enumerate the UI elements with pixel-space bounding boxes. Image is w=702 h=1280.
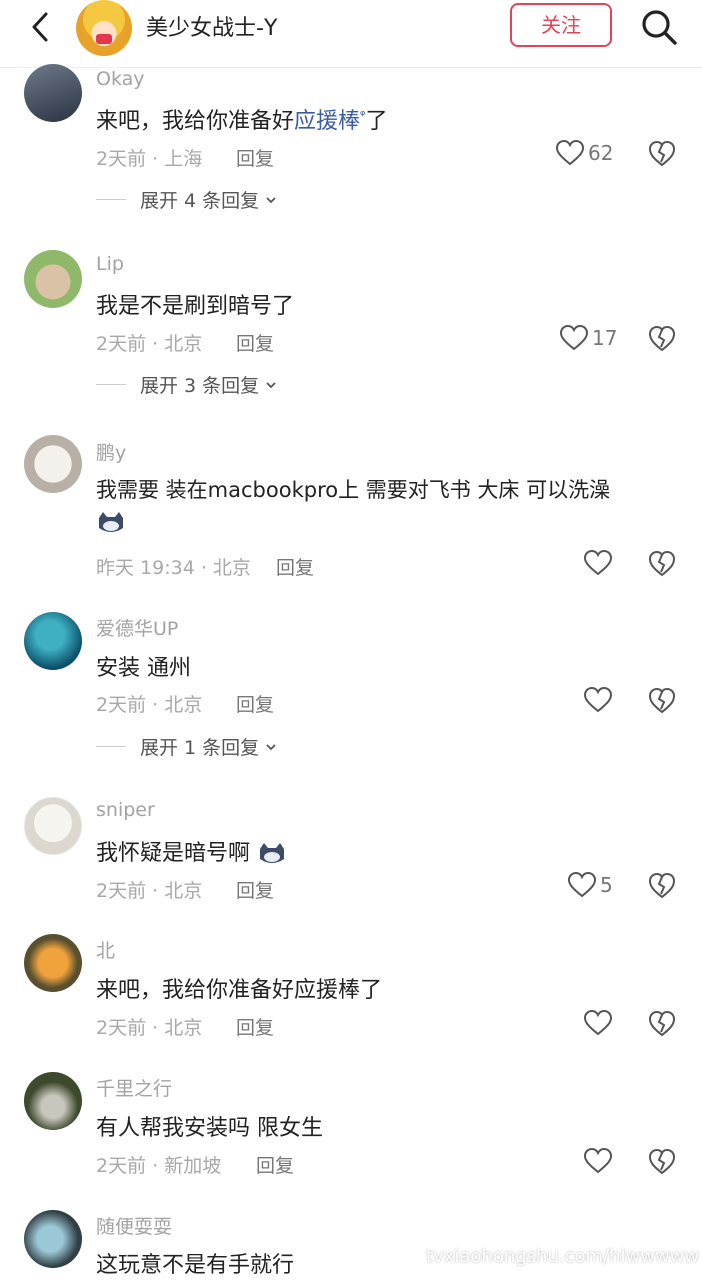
like-count: 62 xyxy=(588,141,614,165)
heart-icon xyxy=(568,872,596,898)
dislike-icon[interactable] xyxy=(648,325,676,353)
reply-button[interactable]: 回复 xyxy=(236,690,274,717)
comment-text[interactable]: 有人帮我安装吗 限女生 xyxy=(96,1110,323,1142)
comment-username[interactable]: Okay xyxy=(96,68,145,90)
like-count: 17 xyxy=(592,326,618,350)
comment-text[interactable]: 我是不是刷到暗号了 xyxy=(96,288,294,320)
like-button[interactable]: 5 xyxy=(568,872,613,898)
expand-replies[interactable]: 展开 4 条回复 xyxy=(96,186,277,213)
reply-button[interactable]: 回复 xyxy=(236,144,274,171)
avatar[interactable] xyxy=(24,64,82,122)
reply-button[interactable]: 回复 xyxy=(236,1013,274,1040)
cat-emoji-icon xyxy=(99,512,123,532)
chevron-left-icon[interactable] xyxy=(28,10,52,44)
like-button[interactable] xyxy=(584,1010,612,1036)
comment-text[interactable]: 来吧，我给你准备好应援棒ᵠ了 xyxy=(96,103,387,135)
like-button[interactable]: 17 xyxy=(560,325,617,351)
comment-text[interactable]: 安装 通州 xyxy=(96,650,191,682)
reply-button[interactable]: 回复 xyxy=(236,876,274,903)
comment-text[interactable]: 我需要 装在macbookpro上 需要对飞书 大床 可以洗澡 xyxy=(96,474,610,504)
avatar[interactable] xyxy=(24,612,82,670)
comment-time-location: 2天前 · 北京 xyxy=(96,333,203,355)
reply-button[interactable]: 回复 xyxy=(256,1151,294,1178)
avatar[interactable] xyxy=(24,435,82,493)
heart-icon xyxy=(560,325,588,351)
chevron-down-icon xyxy=(266,381,276,388)
like-button[interactable] xyxy=(584,550,612,576)
dislike-icon[interactable] xyxy=(648,687,676,715)
dislike-icon[interactable] xyxy=(648,550,676,578)
dislike-icon[interactable] xyxy=(648,1148,676,1176)
comment-page: 美少女战士-Y 关注 Okay 来吧，我给你准备好应援棒ᵠ了 2天前 · 上海 … xyxy=(0,0,702,1280)
like-button[interactable]: 62 xyxy=(556,140,613,166)
comment-text[interactable]: 这玩意不是有手就行 xyxy=(96,1247,294,1279)
heart-icon xyxy=(584,1010,612,1036)
comment-time-location: 昨天 19:34 · 北京 xyxy=(96,557,251,579)
comment-username[interactable]: 鹏y xyxy=(96,438,126,465)
dislike-icon[interactable] xyxy=(648,1010,676,1038)
like-button[interactable] xyxy=(584,1148,612,1174)
chevron-down-icon xyxy=(266,743,276,750)
comment-time-location: 2天前 · 上海 xyxy=(96,148,203,170)
comment-username[interactable]: 千里之行 xyxy=(96,1074,172,1101)
avatar[interactable] xyxy=(24,1210,82,1268)
heart-icon xyxy=(584,1148,612,1174)
comment-text[interactable]: 我怀疑是暗号啊 xyxy=(96,835,287,867)
search-link[interactable]: 应援棒 xyxy=(294,109,360,134)
comment-username[interactable]: Lip xyxy=(96,253,124,275)
comment-time-location: 2天前 · 北京 xyxy=(96,1017,203,1039)
comment-time-location: 2天前 · 北京 xyxy=(96,880,203,902)
comment-username[interactable]: sniper xyxy=(96,799,155,821)
reply-button[interactable]: 回复 xyxy=(236,329,274,356)
reply-button[interactable]: 回复 xyxy=(276,553,314,580)
watermark: tvxiaohongshu.com/hlwwwww xyxy=(426,1246,700,1267)
search-icon[interactable] xyxy=(640,8,678,46)
account-avatar[interactable] xyxy=(76,0,132,56)
comment-time-location: 2天前 · 北京 xyxy=(96,694,203,716)
like-button[interactable] xyxy=(584,687,612,713)
top-bar: 美少女战士-Y 关注 xyxy=(0,0,702,68)
comment-time-location: 2天前 · 新加坡 xyxy=(96,1155,222,1177)
cat-emoji-icon xyxy=(260,843,285,863)
follow-button[interactable]: 关注 xyxy=(510,3,612,47)
dislike-icon[interactable] xyxy=(648,872,676,900)
heart-icon xyxy=(584,687,612,713)
expand-replies[interactable]: 展开 3 条回复 xyxy=(96,371,277,398)
heart-icon xyxy=(584,550,612,576)
like-count: 5 xyxy=(600,873,613,897)
comment-text[interactable]: 来吧，我给你准备好应援棒了 xyxy=(96,972,382,1004)
comment-username[interactable]: 爱德华UP xyxy=(96,614,178,641)
avatar[interactable] xyxy=(24,250,82,308)
comment-username[interactable]: 随便耍耍 xyxy=(96,1212,172,1239)
comment-username[interactable]: 北 xyxy=(96,936,115,963)
expand-replies[interactable]: 展开 1 条回复 xyxy=(96,733,277,760)
heart-icon xyxy=(556,140,584,166)
avatar[interactable] xyxy=(24,1072,82,1130)
account-name[interactable]: 美少女战士-Y xyxy=(146,10,277,42)
avatar[interactable] xyxy=(24,797,82,855)
dislike-icon[interactable] xyxy=(648,140,676,168)
avatar[interactable] xyxy=(24,934,82,992)
chevron-down-icon xyxy=(266,196,276,203)
